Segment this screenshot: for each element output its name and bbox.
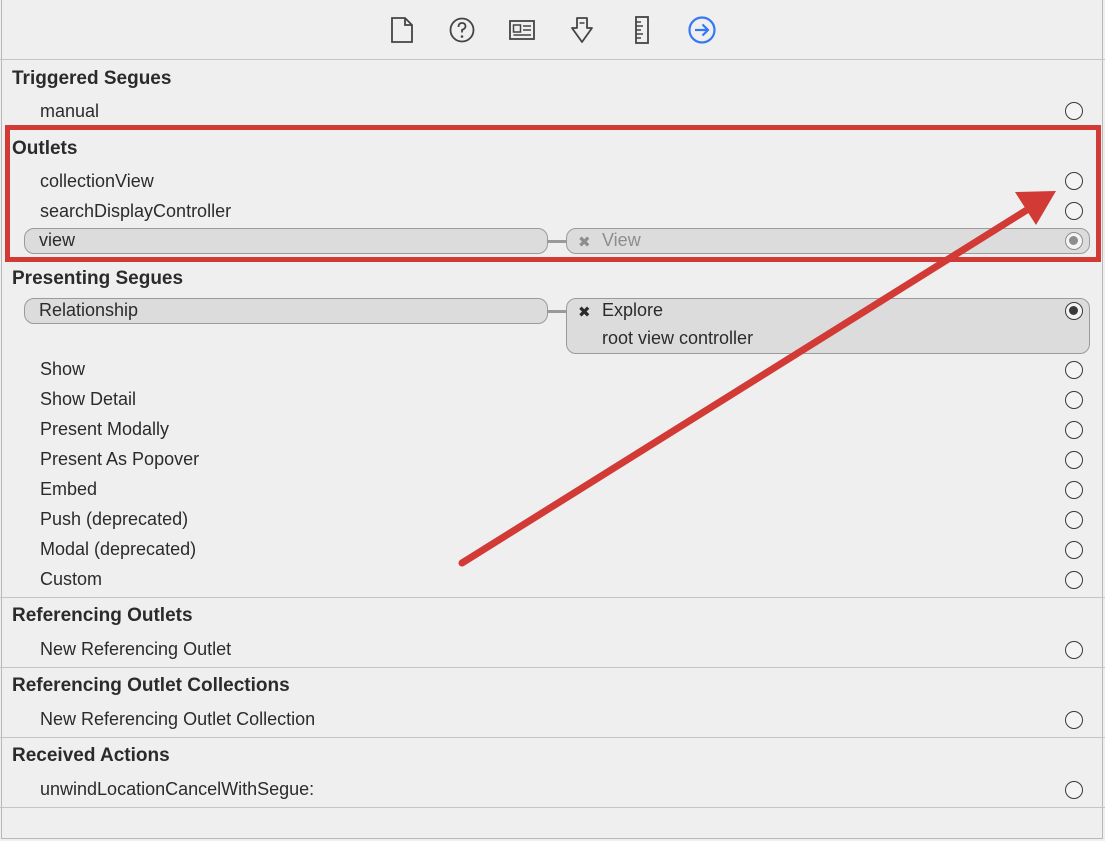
section-title: Triggered Segues (12, 68, 172, 89)
connection-circle[interactable] (1065, 781, 1083, 799)
connection-circle[interactable] (1065, 361, 1083, 379)
referencing-collection-label: New Referencing Outlet Collection (40, 709, 316, 729)
size-inspector-icon[interactable] (626, 14, 658, 46)
relationship-pill[interactable]: Relationship (24, 298, 548, 324)
target-sublabel: root view controller (602, 328, 754, 348)
triggered-segues-section: Triggered Segues manual (0, 60, 1105, 130)
identity-inspector-icon[interactable] (506, 14, 538, 46)
target-label: Explore (602, 300, 664, 320)
segue-label: Modal (deprecated) (40, 539, 197, 559)
connection-circle[interactable] (1065, 451, 1083, 469)
connection-circle[interactable] (1065, 481, 1083, 499)
annotation-highlight-box (5, 125, 1101, 262)
segue-label: Present Modally (40, 419, 170, 439)
segue-label: Custom (40, 569, 103, 589)
connections-inspector-icon[interactable] (686, 14, 718, 46)
section-title: Referencing Outlet Collections (12, 675, 290, 696)
connection-circle[interactable] (1065, 641, 1083, 659)
connection-circle[interactable] (1065, 711, 1083, 729)
connection-circle[interactable] (1065, 571, 1083, 589)
remove-connection-icon[interactable]: ✖ (578, 303, 591, 321)
section-title: Received Actions (12, 745, 170, 766)
segue-label: Push (deprecated) (40, 509, 189, 529)
referencing-outlets-section: Referencing Outlets New Referencing Outl… (0, 597, 1105, 668)
segue-label: manual (40, 101, 100, 121)
connection-circle[interactable] (1065, 421, 1083, 439)
segue-label: Embed (40, 479, 98, 499)
presenting-segues-section: Presenting Segues Relationship ✖ Explore… (0, 260, 1105, 598)
connection-circle[interactable] (1065, 102, 1083, 120)
file-inspector-icon[interactable] (386, 14, 418, 46)
attributes-inspector-icon[interactable] (566, 14, 598, 46)
connection-circle[interactable] (1065, 391, 1083, 409)
segue-label: Present As Popover (40, 449, 200, 469)
referencing-outlet-collections-section: Referencing Outlet Collections New Refer… (0, 667, 1105, 738)
relationship-target: ✖ Explore root view controller (566, 298, 1090, 354)
segue-label: Show (40, 359, 86, 379)
inspector-toolbar (0, 0, 1105, 60)
action-label: unwindLocationCancelWithSegue: (40, 779, 315, 799)
relationship-label: Relationship (39, 300, 139, 320)
connection-circle[interactable] (1065, 511, 1083, 529)
referencing-outlet-label: New Referencing Outlet (40, 639, 232, 659)
section-title: Referencing Outlets (12, 605, 193, 626)
section-title: Presenting Segues (12, 268, 184, 289)
connection-line (548, 310, 568, 313)
connection-circle-connected[interactable] (1065, 302, 1083, 320)
quick-help-icon[interactable] (446, 14, 478, 46)
received-actions-section: Received Actions unwindLocationCancelWit… (0, 737, 1105, 808)
segue-label: Show Detail (40, 389, 137, 409)
connection-circle[interactable] (1065, 541, 1083, 559)
